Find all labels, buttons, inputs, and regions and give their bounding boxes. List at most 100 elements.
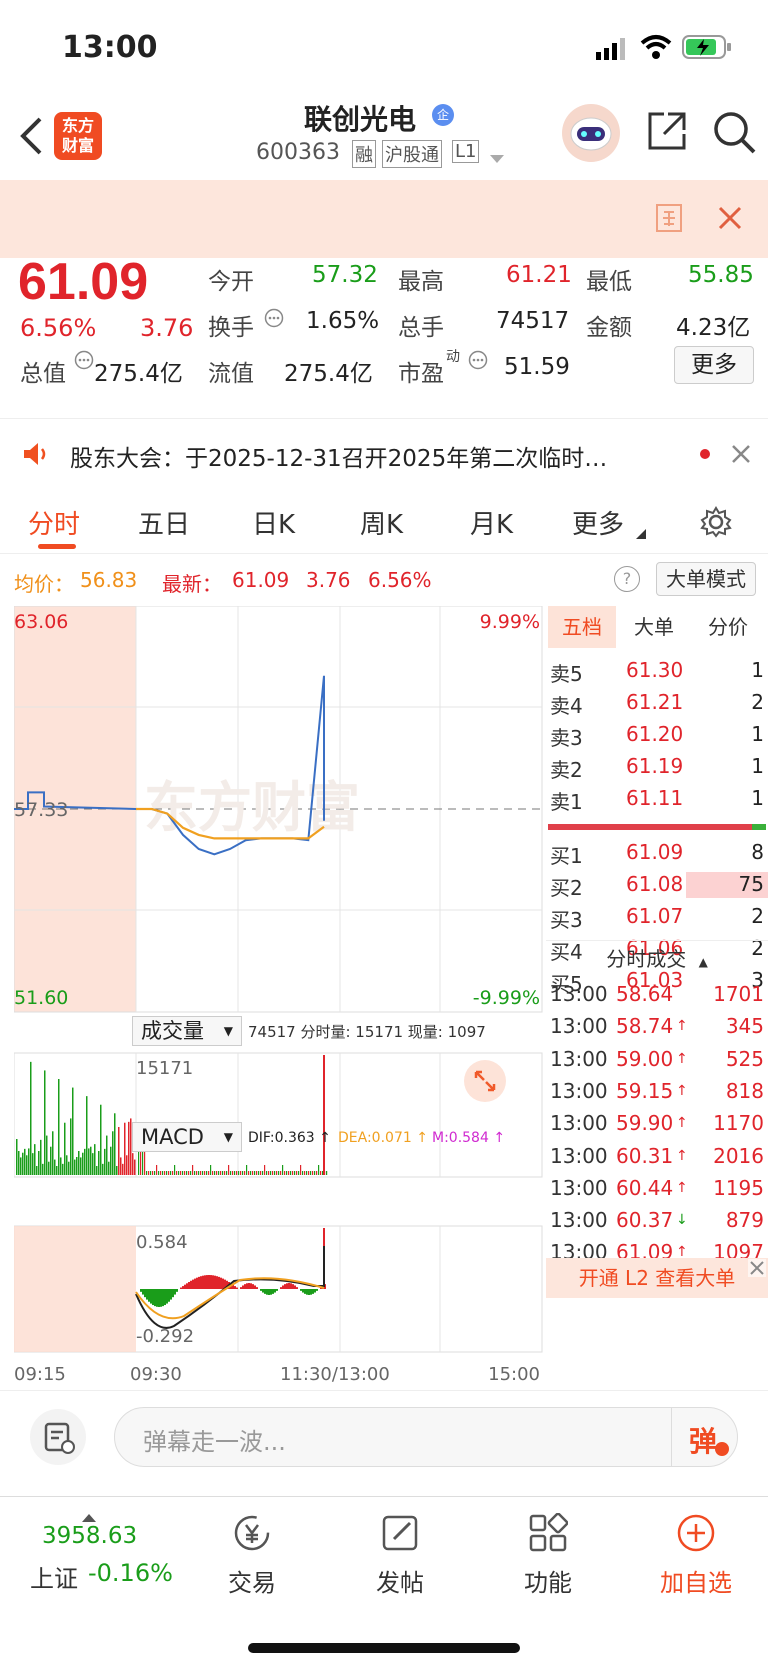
volume-bar	[150, 1171, 152, 1175]
macd-bar	[186, 1283, 188, 1289]
order-price: 61.09	[626, 840, 684, 864]
macd-dif: DIF:0.363 ↑	[248, 1130, 331, 1146]
macd-select[interactable]: MACD ▼	[132, 1122, 242, 1152]
trade-arrow: ↑	[676, 1179, 688, 1196]
orderbook-tab-big[interactable]: 大单	[620, 606, 688, 648]
trades-header[interactable]: 分时成交 ▲	[546, 940, 768, 976]
volume-bar	[270, 1171, 272, 1175]
volume-bar	[208, 1171, 210, 1175]
tab-day-k[interactable]: 日K	[252, 504, 295, 541]
market-cap-info-icon[interactable]	[74, 350, 94, 374]
functions-button[interactable]: 功能	[488, 1512, 608, 1598]
volume-bar	[204, 1171, 206, 1175]
speaker-icon	[22, 441, 50, 471]
trade-time: 13:00	[550, 1143, 608, 1168]
volume-bar	[302, 1171, 304, 1175]
l2-upgrade-banner[interactable]: 开通 L2 查看大单	[546, 1258, 768, 1298]
current-price: 61.09	[18, 253, 149, 311]
share-icon[interactable]	[646, 110, 688, 156]
macd-bar	[160, 1289, 162, 1307]
volume-bar	[76, 1157, 78, 1175]
index-widget[interactable]: 3958.63 上证 -0.16%	[0, 1497, 180, 1617]
macd-bar	[202, 1275, 204, 1289]
expand-icon[interactable]	[464, 1060, 506, 1102]
volume-bar	[166, 1171, 168, 1175]
trade-arrow: ↑	[676, 1147, 688, 1164]
volume-bar	[258, 1171, 260, 1175]
tab-month-k[interactable]: 月K	[470, 504, 513, 541]
volume-bar	[178, 1171, 180, 1175]
l2-close-icon[interactable]	[748, 1258, 766, 1282]
trade-volume: 1170	[713, 1111, 764, 1136]
tag-l1: L1	[452, 140, 480, 163]
app-logo: 东方财富	[54, 112, 102, 160]
volume-bar	[52, 1131, 54, 1175]
close-icon[interactable]	[718, 206, 742, 234]
volume-bar	[220, 1171, 222, 1175]
notice-bar[interactable]: 股东大会：于2025-12-31召开2025年第二次临时…	[0, 418, 768, 488]
danmaku-button[interactable]: 弹	[689, 1420, 729, 1458]
notice-close-icon[interactable]	[732, 445, 750, 467]
more-button[interactable]: 更多	[674, 346, 754, 384]
trade-button[interactable]: 交易	[192, 1513, 312, 1598]
plus-circle-icon	[676, 1513, 716, 1553]
qi-badge: 企	[432, 104, 454, 126]
back-arrow-icon[interactable]	[18, 116, 44, 160]
volume-bar	[176, 1171, 178, 1175]
macd-bar	[254, 1285, 256, 1289]
danmaku-settings-icon[interactable]	[30, 1409, 86, 1465]
trade-price: 59.00	[616, 1046, 674, 1071]
top-banner[interactable]	[0, 180, 768, 258]
volume-bar	[198, 1171, 200, 1175]
macd-bar	[162, 1289, 164, 1307]
volume-bar	[186, 1171, 188, 1175]
volume-bar	[318, 1165, 320, 1175]
comment-input[interactable]: 弹幕走一波... 弹	[114, 1407, 738, 1467]
change-amount: 3.76	[140, 314, 194, 342]
macd-bar	[264, 1289, 266, 1294]
robot-avatar-icon[interactable]	[562, 104, 620, 162]
macd-bar	[314, 1289, 316, 1293]
volume-bar	[314, 1171, 316, 1175]
volume-bar	[72, 1087, 74, 1175]
tab-five-day[interactable]: 五日	[138, 504, 190, 541]
volume-bar	[280, 1171, 282, 1175]
wifi-icon	[640, 34, 672, 64]
order-volume: 8	[751, 840, 764, 864]
orderbook-tab-5[interactable]: 五档	[548, 606, 616, 648]
help-icon[interactable]: ?	[614, 566, 640, 592]
macd-bar	[184, 1284, 186, 1289]
search-icon[interactable]	[712, 110, 756, 158]
trade-arrow: ↑	[676, 1082, 688, 1099]
volume-bar	[30, 1061, 32, 1175]
volume-bar	[82, 1152, 84, 1175]
macd-bar	[156, 1289, 158, 1307]
turnover-info-icon[interactable]	[264, 308, 284, 332]
order-volume: 75	[738, 872, 764, 896]
caret-down-icon[interactable]	[490, 150, 504, 169]
macd-bar	[252, 1284, 254, 1289]
volume-bar	[188, 1171, 190, 1175]
volume-bar	[40, 1139, 42, 1175]
edit-post-icon	[380, 1513, 420, 1553]
order-price: 61.30	[626, 658, 684, 682]
comment-placeholder: 弹幕走一波...	[143, 1428, 286, 1456]
volume-bar	[284, 1171, 286, 1175]
tab-week-k[interactable]: 周K	[360, 504, 403, 541]
volume-select[interactable]: 成交量 ▼	[132, 1016, 242, 1046]
stock-code: 600363	[256, 140, 340, 165]
tab-intraday[interactable]: 分时	[28, 504, 80, 541]
macd-top-label: 0.584	[136, 1232, 188, 1253]
tab-more[interactable]: 更多	[572, 504, 624, 541]
post-button[interactable]: 发帖	[340, 1513, 460, 1598]
settings-gear-icon[interactable]	[700, 506, 732, 542]
big-order-mode-button[interactable]: 大单模式	[656, 562, 756, 596]
trade-time: 13:00	[550, 1046, 608, 1071]
pe-info-icon[interactable]	[468, 350, 488, 374]
intraday-chart[interactable]: 东方财富 63.06 57.33 51.60 9.99% -9.99% 1517…	[13, 605, 544, 1386]
orderbook-tab-price[interactable]: 分价	[692, 606, 764, 648]
add-watchlist-button[interactable]: 加自选	[636, 1513, 756, 1598]
value-high: 61.21	[506, 262, 572, 288]
trade-arrow: ↑	[676, 1050, 688, 1067]
volume-bar	[266, 1171, 268, 1175]
